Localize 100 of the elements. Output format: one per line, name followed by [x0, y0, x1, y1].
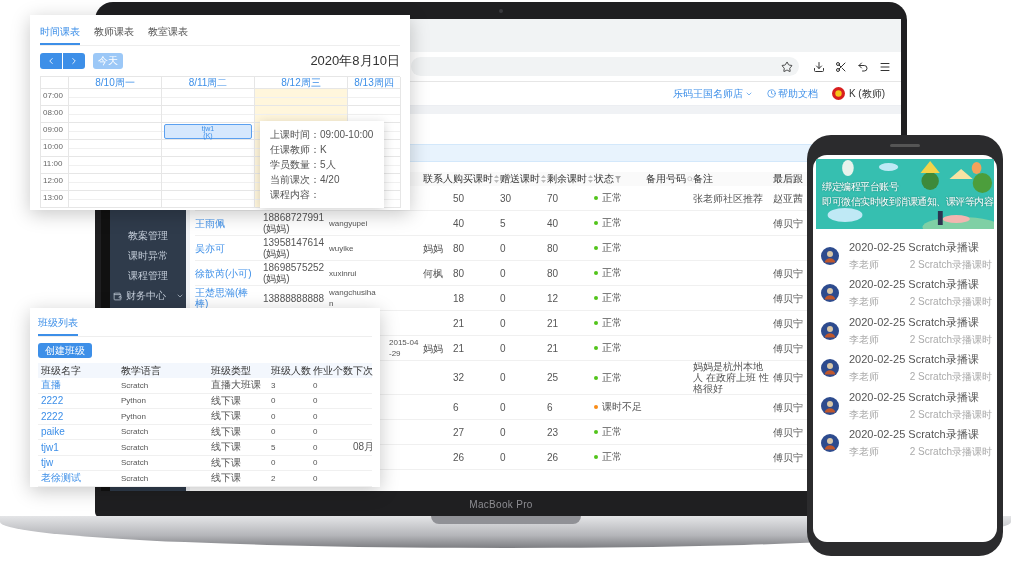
table-cell: 线下课	[211, 471, 241, 486]
student-link[interactable]: 徐歆芮(小可)	[195, 267, 263, 279]
tab[interactable]: 教室课表	[148, 21, 188, 45]
class-link[interactable]: 直播	[41, 378, 61, 393]
table-cell: 0	[271, 411, 276, 421]
student-link[interactable]: 王雨佩	[195, 217, 263, 229]
student-link[interactable]: 吴亦可	[195, 242, 263, 254]
table-cell: 线下课	[211, 455, 241, 470]
teacher-name: 李老师	[849, 332, 879, 347]
table-cell-text: 80	[453, 242, 466, 254]
device-label: MacBook Pro	[469, 499, 533, 510]
table-cell-text: 0	[500, 317, 507, 329]
wallet-icon	[112, 291, 122, 301]
user-name: K (教师)	[848, 86, 885, 101]
chevron-right-icon	[69, 56, 79, 66]
table-cell: Python	[121, 396, 146, 406]
sidebar-item[interactable]: 课程管理	[110, 266, 186, 286]
lesson-hours: 2 Scratch录播课时	[909, 370, 992, 385]
undo-icon[interactable]	[857, 60, 869, 73]
status-text: 课时不足	[602, 400, 642, 414]
table-cell-text: wangchusihan	[329, 287, 377, 309]
table-cell-text: 80	[453, 267, 466, 279]
lesson-title: 2020-02-25 Scratch录播课	[849, 239, 980, 255]
table-cell-text: 0	[500, 242, 507, 254]
lesson-item[interactable]: 2020-02-25 Scratch录播课 李老师 2 Scratch录播课时	[821, 237, 992, 275]
class-link[interactable]: 2222	[41, 395, 64, 407]
class-link[interactable]: 老徐测试	[41, 471, 81, 486]
table-cell: 0	[271, 427, 276, 437]
lesson-item[interactable]: 2020-02-25 Scratch录播课 李老师 2 Scratch录播课时	[821, 387, 992, 425]
scissors-icon[interactable]	[835, 60, 847, 73]
status-text: 正常	[602, 191, 622, 205]
table-cell-text: 张老师社区推荐	[693, 192, 764, 204]
status-text: 正常	[602, 370, 622, 385]
column-header[interactable]: 购买课时	[453, 172, 500, 186]
filter-icon	[615, 175, 621, 183]
column-header: 作业个数	[313, 363, 353, 378]
status-text: 正常	[602, 241, 622, 255]
lesson-hours: 2 Scratch录播课时	[909, 407, 992, 422]
table-cell-text: 傅贝宁	[773, 267, 804, 279]
table-cell: 0	[313, 458, 318, 468]
lesson-item[interactable]: 2020-02-25 Scratch录播课 李老师 2 Scratch录播课时	[821, 312, 992, 350]
table-cell: Scratch	[121, 380, 149, 390]
table-cell-text: 80	[547, 242, 560, 254]
class-link[interactable]: tjw1	[41, 441, 59, 453]
phone-speaker	[890, 144, 920, 147]
table-cell-text: wuyike	[329, 242, 355, 254]
table-cell-text: 27	[453, 426, 466, 438]
table-cell: Scratch	[121, 458, 149, 468]
table-cell-text: 26	[547, 451, 560, 463]
sort-icon	[588, 175, 593, 183]
column-header[interactable]: 备用号码	[646, 172, 693, 186]
table-cell-text: 傅贝宁	[773, 342, 804, 354]
create-class-button[interactable]: 创建班级	[38, 343, 92, 358]
banner-text: 即可微信实时收到消课通知、课评等内容	[822, 195, 993, 209]
table-cell-text: 2015-04-29	[388, 337, 420, 359]
sort-icon	[494, 175, 499, 183]
sidebar-item[interactable]: 教案管理	[110, 226, 186, 246]
teacher-name: 李老师	[849, 295, 879, 310]
menu-icon[interactable]	[879, 60, 891, 73]
tab[interactable]: 教师课表	[94, 21, 134, 45]
column-header: 班级名字	[41, 363, 81, 378]
avatar-icon	[831, 87, 845, 100]
teacher-name: 李老师	[849, 407, 879, 422]
table-cell: 0	[313, 380, 318, 390]
table-cell: 直播大班课	[211, 378, 261, 393]
column-header: 下次	[353, 363, 373, 378]
table-cell-text: 妈妈是杭州本地人 在政府上班 性格很好	[693, 361, 770, 394]
column-header[interactable]: 剩余课时	[547, 172, 594, 186]
avatar-icon	[821, 359, 839, 378]
table-cell-text: 6	[547, 401, 554, 413]
class-link[interactable]: 2222	[41, 410, 64, 422]
sidebar-item[interactable]: 财务中心	[110, 286, 186, 306]
avatar-icon	[821, 321, 839, 340]
popover-text: 学员数量：5人	[270, 158, 337, 172]
column-header[interactable]: 赠送课时	[500, 172, 547, 186]
tab[interactable]: 时间课表	[40, 21, 80, 45]
column-header: 最后跟	[773, 172, 804, 186]
class-link[interactable]: tjw	[41, 457, 54, 469]
table-cell-text: 何枫	[423, 267, 444, 279]
lesson-item[interactable]: 2020-02-25 Scratch录播课 李老师 2 Scratch录播课时	[821, 274, 992, 312]
tab[interactable]: 班级列表	[38, 312, 78, 336]
table-cell-text: 妈妈	[423, 242, 444, 254]
lesson-hours: 2 Scratch录播课时	[909, 257, 992, 272]
sidebar-item[interactable]: 课时异常	[110, 246, 186, 266]
shop-dropdown[interactable]: 乐码王国名师店	[672, 86, 753, 101]
table-cell-text: 32	[453, 372, 466, 383]
status-text: 正常	[602, 216, 622, 230]
star-icon[interactable]	[781, 60, 793, 73]
status-text: 正常	[602, 266, 622, 280]
download-icon[interactable]	[813, 60, 825, 73]
table-cell-text: 13888888888	[263, 292, 326, 304]
class-link[interactable]: paike	[41, 426, 65, 438]
lesson-title: 2020-02-25 Scratch录播课	[849, 389, 980, 405]
lesson-item[interactable]: 2020-02-25 Scratch录播课 李老师 2 Scratch录播课时	[821, 424, 992, 462]
table-cell: 线下课	[211, 424, 241, 439]
help-link[interactable]: 帮助文档	[766, 86, 818, 101]
lesson-item[interactable]: 2020-02-25 Scratch录播课 李老师 2 Scratch录播课时	[821, 349, 992, 387]
column-header[interactable]: 状态	[594, 172, 646, 186]
table-cell-text: 21	[547, 317, 560, 329]
table-cell: Scratch	[121, 427, 149, 437]
